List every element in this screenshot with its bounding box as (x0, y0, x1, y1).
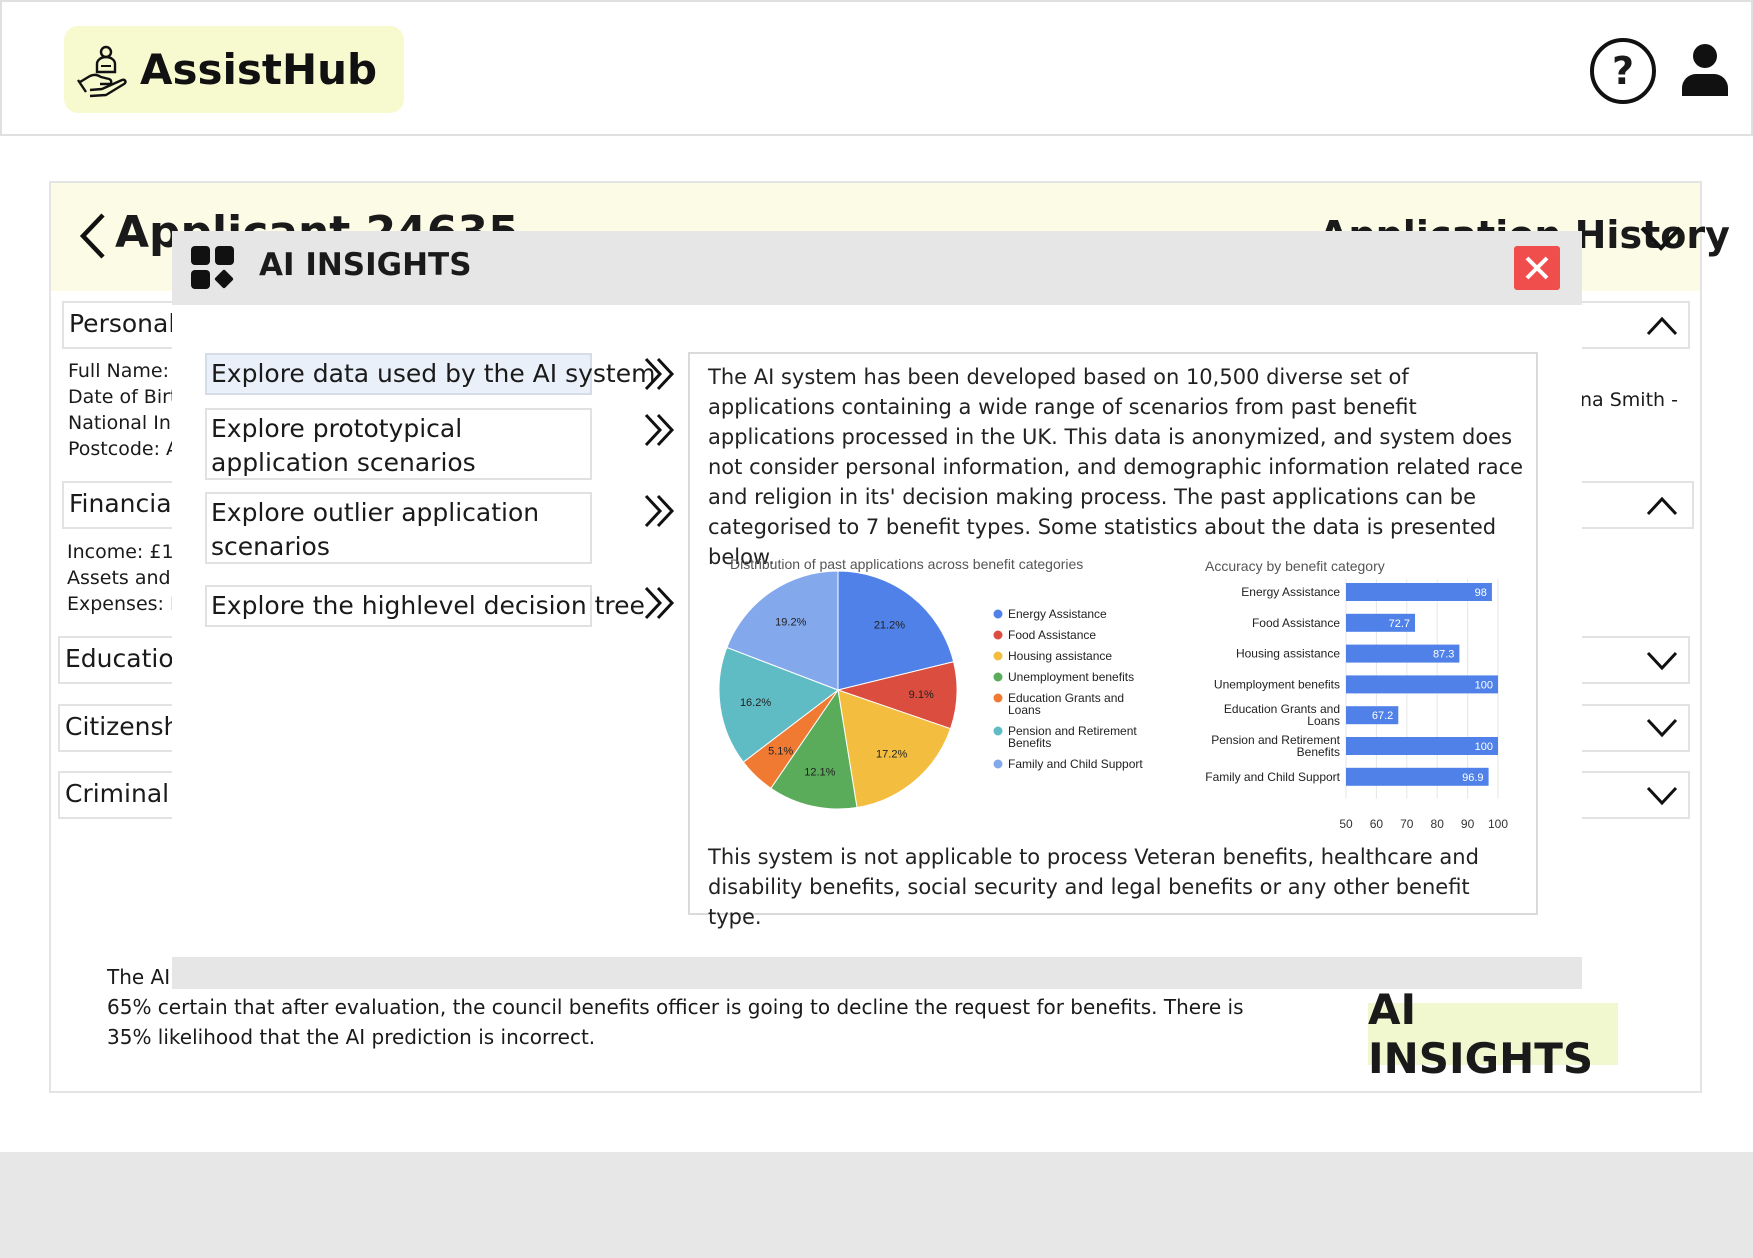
app-name: AssistHub (140, 45, 378, 94)
user-icon[interactable] (1680, 42, 1730, 98)
chevron-down-icon[interactable] (1639, 223, 1683, 253)
bar-category-label: Loans (1307, 714, 1340, 728)
option-explore-data[interactable]: Explore data used by the AI system (205, 353, 655, 395)
bar-category-label: Unemployment benefits (1214, 677, 1340, 691)
legend-label: Housing assistance (1008, 649, 1112, 663)
bar-tick-label: 70 (1400, 817, 1414, 831)
financial-details: Income: £1, Assets and l Expenses: R (67, 539, 183, 617)
bar-tick-label: 60 (1370, 817, 1384, 831)
close-button[interactable] (1514, 246, 1560, 290)
bar-data-label: 98 (1475, 587, 1487, 599)
pie-data-label: 21.2% (874, 619, 905, 631)
bar-category-label: Energy Assistance (1241, 585, 1340, 599)
bar-category-label: Benefits (1297, 745, 1340, 759)
legend-label: Family and Child Support (1008, 757, 1143, 771)
legend-marker (993, 651, 1003, 661)
modal-header: AI INSIGHTS (172, 231, 1582, 305)
legend-marker (993, 693, 1003, 703)
option-outlier-scenarios[interactable]: Explore outlier application scenarios (205, 492, 592, 564)
bar-data-label: 100 (1475, 741, 1493, 753)
help-button[interactable]: ? (1590, 38, 1656, 104)
bar-data-label: 100 (1475, 679, 1493, 691)
back-chevron-icon[interactable] (75, 211, 109, 261)
legend-marker (993, 609, 1003, 619)
detail-expenses: Expenses: R (67, 593, 184, 615)
page-footer (0, 1152, 1753, 1258)
bar-chart-title: Accuracy by benefit category (1205, 558, 1385, 574)
dashboard-grid-icon (191, 246, 234, 289)
section-label: Education (65, 644, 190, 673)
legend-marker (993, 759, 1003, 769)
pie-data-label: 19.2% (775, 616, 806, 628)
top-header: AssistHub ? (0, 0, 1753, 136)
bar-category-label: Food Assistance (1252, 616, 1340, 630)
charts-area: Distribution of past applications across… (718, 556, 1508, 831)
hand-holding-person-icon (77, 45, 127, 97)
legend-marker (993, 630, 1003, 640)
modal-title: AI INSIGHTS (259, 247, 472, 283)
modal-bottom-bar (172, 957, 1582, 989)
close-icon (1525, 256, 1549, 280)
double-chevron-right-icon[interactable] (642, 585, 676, 621)
legend-label: Food Assistance (1008, 628, 1096, 642)
bar (1346, 583, 1492, 601)
chevron-up-icon[interactable] (1646, 316, 1678, 336)
prediction-rest: 65% certain that after evaluation, the c… (107, 995, 1244, 1049)
bar-data-label: 87.3 (1433, 649, 1454, 661)
chevron-down-icon[interactable] (1646, 786, 1678, 806)
pie-chart-title: Distribution of past applications across… (730, 556, 1083, 572)
ai-insights-modal: AI INSIGHTS Explore data used by the AI … (172, 231, 1582, 989)
data-info-panel: The AI system has been developed based o… (688, 352, 1538, 929)
bar-category-label: Family and Child Support (1205, 770, 1340, 784)
section-label: Personal (69, 309, 176, 338)
legend-label: Loans (1008, 703, 1041, 717)
chevron-down-icon[interactable] (1646, 651, 1678, 671)
double-chevron-right-icon[interactable] (642, 356, 676, 392)
bar-tick-label: 80 (1431, 817, 1445, 831)
data-footnote: This system is not applicable to process… (708, 845, 1479, 929)
legend-label: Benefits (1008, 736, 1051, 750)
bar-data-label: 72.7 (1389, 618, 1410, 630)
option-decision-tree[interactable]: Explore the highlevel decision tree (205, 585, 645, 627)
pie-data-label: 17.2% (876, 749, 907, 761)
bar-data-label: 96.9 (1462, 772, 1483, 784)
double-chevron-right-icon[interactable] (642, 493, 676, 529)
legend-label: Energy Assistance (1008, 607, 1107, 621)
legend-marker (993, 726, 1003, 736)
help-icon: ? (1611, 49, 1635, 93)
pie-data-label: 16.2% (740, 697, 771, 709)
personal-name-snippet: na Smith - (1580, 389, 1678, 411)
bar-data-label: 67.2 (1372, 710, 1393, 722)
section-label: Financial (69, 489, 179, 518)
legend-label: Unemployment benefits (1008, 670, 1134, 684)
pie-data-label: 5.1% (768, 745, 793, 757)
bar-tick-label: 90 (1461, 817, 1475, 831)
option-prototypical-scenarios[interactable]: Explore prototypical application scenari… (205, 408, 592, 480)
pie-data-label: 9.1% (909, 689, 934, 701)
bar-tick-label: 50 (1339, 817, 1353, 831)
double-chevron-right-icon[interactable] (642, 412, 676, 448)
pie-data-label: 12.1% (804, 766, 835, 778)
ai-insights-button[interactable]: AI INSIGHTS (1368, 985, 1618, 1083)
detail-assets: Assets and l (67, 567, 182, 589)
data-description: The AI system has been developed based o… (708, 365, 1524, 569)
chevron-down-icon[interactable] (1646, 718, 1678, 738)
app-logo[interactable]: AssistHub (64, 26, 404, 113)
bar-category-label: Housing assistance (1236, 647, 1340, 661)
bar-tick-label: 100 (1488, 817, 1508, 831)
detail-income: Income: £1, (67, 541, 180, 563)
chevron-up-icon[interactable] (1646, 496, 1678, 516)
legend-marker (993, 672, 1003, 682)
